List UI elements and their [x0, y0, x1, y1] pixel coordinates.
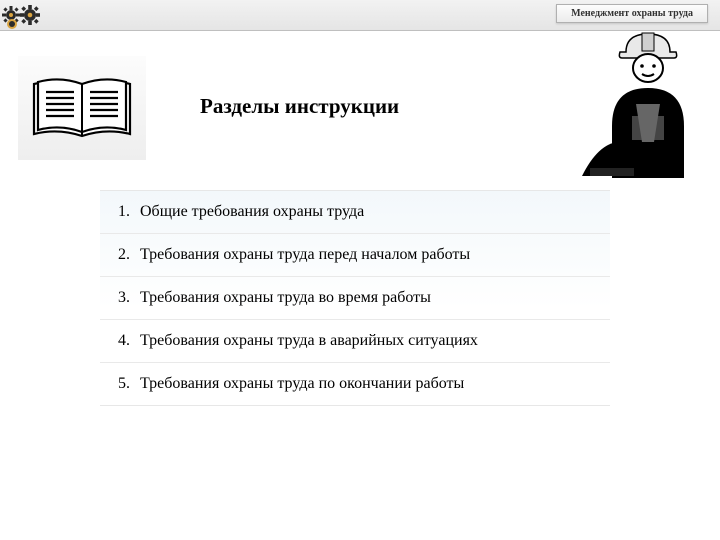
list-item: 5. Требования охраны труда по окончании р…: [100, 362, 610, 405]
topbar: Менеджмент охраны труда: [0, 0, 720, 31]
book-tile: [18, 56, 146, 160]
item-text: Требования охраны труда во время работы: [140, 289, 431, 306]
sections-list: 1. Общие требования охраны труда 2. Требов…: [100, 190, 610, 406]
list-item: 4. Требования охраны труда в аварийных си…: [100, 319, 610, 362]
page-heading: Разделы инструкции: [200, 94, 399, 119]
item-text: Требования охраны труда перед началом ра…: [140, 246, 470, 263]
topbar-icons: [0, 0, 44, 30]
item-number: 5.: [118, 375, 130, 392]
list-item: 1. Общие требования охраны труда: [100, 191, 610, 233]
item-number: 2.: [118, 246, 130, 263]
item-text: Требования охраны труда по окончании раб…: [140, 375, 464, 392]
worker-illustration: [582, 30, 716, 178]
construction-worker-icon: [582, 30, 716, 178]
header-badge: Менеджмент охраны труда: [556, 4, 708, 23]
item-text: Требования охраны труда в аварийных ситу…: [140, 332, 478, 349]
item-text: Общие требования охраны труда: [140, 203, 364, 220]
list-item: 2. Требования охраны труда перед началом …: [100, 233, 610, 276]
item-number: 4.: [118, 332, 130, 349]
item-number: 3.: [118, 289, 130, 306]
item-number: 1.: [118, 203, 130, 220]
list-item: 3. Требования охраны труда во время работ…: [100, 276, 610, 319]
open-book-icon: [28, 70, 136, 146]
gears-icon: [0, 0, 44, 30]
